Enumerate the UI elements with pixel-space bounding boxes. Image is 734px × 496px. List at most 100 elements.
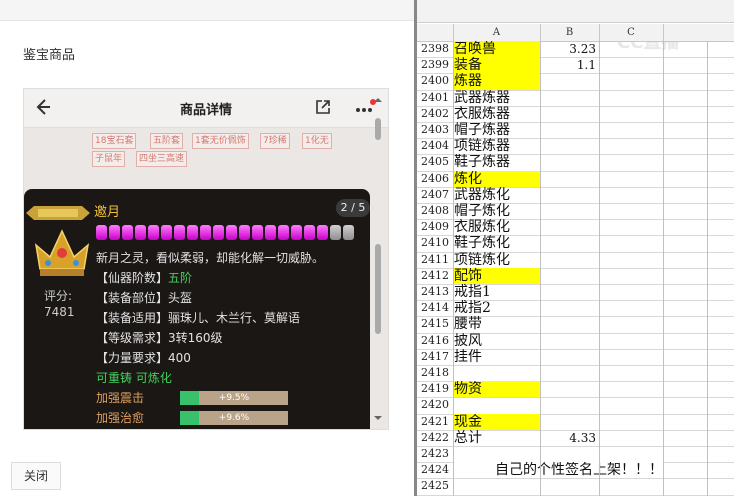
- row-number[interactable]: 2423: [417, 447, 453, 460]
- row-number[interactable]: 2414: [417, 301, 453, 314]
- cell-a[interactable]: 鞋子炼器: [453, 154, 541, 170]
- row-number[interactable]: 2408: [417, 204, 453, 217]
- scrollbar[interactable]: [373, 94, 383, 424]
- cell-a[interactable]: 项链炼器: [453, 138, 541, 154]
- row-number[interactable]: 2417: [417, 350, 453, 363]
- column-b-header[interactable]: B: [540, 24, 600, 41]
- cell-a[interactable]: 配饰: [453, 267, 541, 284]
- row-number[interactable]: 2421: [417, 415, 453, 428]
- cell-b[interactable]: [540, 219, 599, 235]
- cell-b[interactable]: [540, 381, 599, 397]
- cell-b[interactable]: [540, 171, 599, 187]
- row-number[interactable]: 2398: [417, 42, 453, 55]
- cell-b[interactable]: [540, 349, 599, 365]
- grid-column-line: [707, 41, 708, 496]
- merged-cell-text[interactable]: 自己的个性签名上架！！！: [453, 462, 663, 479]
- column-header: A B C: [417, 24, 734, 42]
- row-number[interactable]: 2402: [417, 107, 453, 120]
- cell-a[interactable]: 披风: [453, 333, 541, 349]
- cell-a[interactable]: 戒指1: [453, 284, 541, 300]
- bonus-value: +9.5%: [218, 393, 250, 403]
- tag: 7珍稀: [260, 133, 290, 149]
- cell-a[interactable]: 项链炼化: [453, 252, 541, 268]
- row-number[interactable]: 2422: [417, 431, 453, 444]
- cell-a[interactable]: 装备: [453, 57, 541, 74]
- cell-a[interactable]: 武器炼器: [453, 90, 541, 106]
- cell-b[interactable]: [540, 122, 599, 138]
- cell-a[interactable]: 炼化: [453, 170, 541, 187]
- row-number[interactable]: 2415: [417, 317, 453, 330]
- cell-b[interactable]: [540, 316, 599, 332]
- cell-b[interactable]: [540, 333, 599, 349]
- star-filled-icon: [213, 225, 224, 240]
- cell-b[interactable]: [540, 478, 599, 494]
- product-detail-view[interactable]: 商品详情 18宝石套 五阶套 1套无价佩饰 7珍稀 1化无 子鼠年 四坐三高速 …: [23, 88, 389, 430]
- cell-a[interactable]: 腰带: [453, 316, 541, 332]
- cell-b[interactable]: 3.23: [540, 41, 599, 57]
- cell-b[interactable]: [540, 365, 599, 381]
- cell-a[interactable]: 武器炼化: [453, 187, 541, 203]
- cell-b[interactable]: [540, 235, 599, 251]
- cell-b[interactable]: [540, 138, 599, 154]
- row-number[interactable]: 2409: [417, 220, 453, 233]
- cell-b[interactable]: 1.1: [540, 57, 599, 73]
- cell-b[interactable]: [540, 90, 599, 106]
- row-number[interactable]: 2411: [417, 253, 453, 266]
- row-number[interactable]: 2410: [417, 236, 453, 249]
- row-number[interactable]: 2403: [417, 123, 453, 136]
- cell-a[interactable]: [453, 446, 541, 462]
- row-number[interactable]: 2400: [417, 74, 453, 87]
- attr-value: 五阶: [168, 271, 193, 285]
- grid-column-line: [663, 41, 664, 496]
- row-number[interactable]: 2404: [417, 139, 453, 152]
- cell-a[interactable]: 戒指2: [453, 300, 541, 316]
- cell-a[interactable]: 总计: [453, 430, 541, 446]
- row-number[interactable]: 2406: [417, 172, 453, 185]
- cell-a[interactable]: [453, 478, 541, 494]
- cell-b[interactable]: [540, 414, 599, 430]
- cell-b[interactable]: [540, 73, 599, 89]
- row-number[interactable]: 2407: [417, 188, 453, 201]
- close-button[interactable]: 关闭: [11, 462, 61, 490]
- cell-b[interactable]: [540, 154, 599, 170]
- cell-a[interactable]: 衣服炼器: [453, 106, 541, 122]
- cell-a[interactable]: 衣服炼化: [453, 219, 541, 235]
- cell-a[interactable]: 帽子炼器: [453, 122, 541, 138]
- row-number[interactable]: 2405: [417, 155, 453, 168]
- cell-a[interactable]: 挂件: [453, 349, 541, 365]
- cell-a[interactable]: [453, 397, 541, 413]
- cell-a[interactable]: [453, 365, 541, 381]
- panel-title: 鉴宝商品: [23, 48, 76, 63]
- cell-b[interactable]: [540, 252, 599, 268]
- row-number[interactable]: 2401: [417, 91, 453, 104]
- cell-a[interactable]: 召唤兽: [453, 41, 541, 58]
- cell-b[interactable]: [540, 268, 599, 284]
- cell-a[interactable]: 炼器: [453, 73, 541, 90]
- row-number[interactable]: 2424: [417, 463, 453, 476]
- cell-b[interactable]: [540, 203, 599, 219]
- column-a-header[interactable]: A: [453, 24, 541, 41]
- cell-b[interactable]: [540, 106, 599, 122]
- spreadsheet-panel[interactable]: CC直播 A B C 2398 召唤兽 3.23 2399 装备 1.1 2400 炼器 240…: [417, 0, 734, 496]
- cell-a[interactable]: 现金: [453, 413, 541, 430]
- row-number[interactable]: 2413: [417, 285, 453, 298]
- row-number[interactable]: 2399: [417, 58, 453, 71]
- row-number[interactable]: 2412: [417, 269, 453, 282]
- row-number[interactable]: 2418: [417, 366, 453, 379]
- cell-b[interactable]: 4.33: [540, 430, 599, 446]
- cell-b[interactable]: [540, 300, 599, 316]
- column-c-header[interactable]: C: [599, 24, 664, 41]
- cell-b[interactable]: [540, 284, 599, 300]
- cell-a[interactable]: 鞋子炼化: [453, 235, 541, 251]
- row-number[interactable]: 2416: [417, 334, 453, 347]
- cell-b[interactable]: [540, 397, 599, 413]
- cell-b[interactable]: [540, 446, 599, 462]
- row-number[interactable]: 2419: [417, 382, 453, 395]
- cell-b[interactable]: [540, 187, 599, 203]
- corner-cell[interactable]: [417, 24, 454, 41]
- cell-a[interactable]: 帽子炼化: [453, 203, 541, 219]
- row-number[interactable]: 2420: [417, 398, 453, 411]
- row-number[interactable]: 2425: [417, 479, 453, 492]
- cell-a[interactable]: 物资: [453, 381, 541, 398]
- share-icon[interactable]: [314, 98, 332, 116]
